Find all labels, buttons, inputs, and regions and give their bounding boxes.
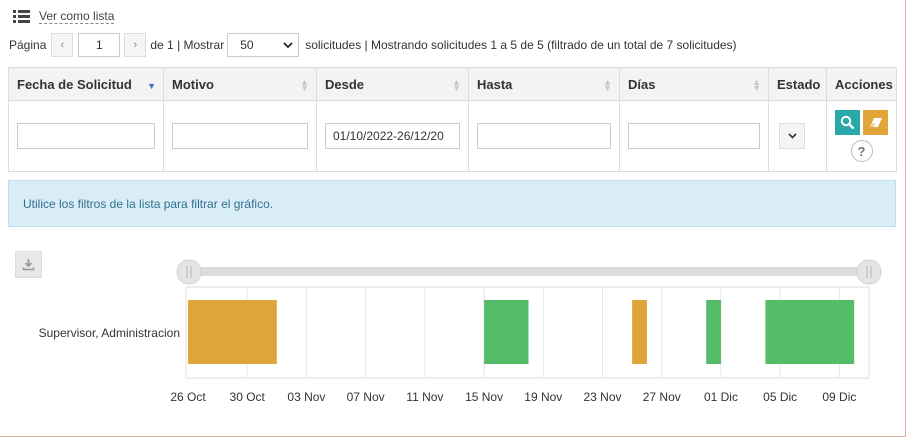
range-slider-handle-left[interactable] bbox=[176, 259, 202, 285]
filter-cell-acciones: ? bbox=[826, 100, 897, 172]
page-of-label: de 1 | Mostrar bbox=[150, 38, 225, 52]
filter-cell-estado bbox=[768, 100, 827, 172]
prev-page-button[interactable]: ‹ bbox=[51, 33, 74, 57]
x-tick-label: 19 Nov bbox=[524, 390, 562, 404]
chevron-down-icon bbox=[787, 133, 797, 139]
filter-fecha-input[interactable] bbox=[17, 123, 155, 149]
column-label-acciones: Acciones bbox=[835, 76, 893, 92]
x-tick-label: 03 Nov bbox=[287, 390, 325, 404]
timeline-bar[interactable] bbox=[188, 300, 277, 364]
help-button[interactable]: ? bbox=[850, 140, 873, 162]
search-icon bbox=[840, 115, 855, 130]
info-banner: Utilice los filtros de la lista para fil… bbox=[8, 180, 896, 227]
sort-icon: ▲ ▼ bbox=[300, 77, 309, 93]
x-tick-label: 11 Nov bbox=[406, 390, 443, 404]
table-header-row: Fecha de Solicitud ▼ Motivo ▲ ▼ Desde ▲ ▼ … bbox=[8, 67, 897, 101]
x-tick-label: 07 Nov bbox=[347, 390, 385, 404]
x-tick-label: 23 Nov bbox=[584, 390, 622, 404]
view-as-list-link[interactable]: Ver como lista bbox=[39, 9, 115, 24]
filter-cell-dias bbox=[619, 100, 769, 172]
x-tick-label: 05 Dic bbox=[763, 390, 797, 404]
info-banner-text: Utilice los filtros de la lista para fil… bbox=[23, 196, 274, 211]
sort-icon: ▲ ▼ bbox=[452, 77, 461, 93]
filter-estado-dropdown[interactable] bbox=[779, 123, 805, 149]
column-label-dias: Días bbox=[628, 76, 656, 92]
filter-motivo-input[interactable] bbox=[172, 123, 308, 149]
x-tick-label: 27 Nov bbox=[643, 390, 681, 404]
filter-cell-hasta bbox=[468, 100, 620, 172]
filter-cell-desde bbox=[316, 100, 469, 172]
x-tick-label: 30 Oct bbox=[230, 390, 266, 404]
filter-row: ? bbox=[8, 100, 897, 172]
column-header-acciones: Acciones bbox=[826, 67, 897, 101]
filter-actions: ? bbox=[835, 110, 888, 162]
sort-icon: ▲ ▼ bbox=[752, 77, 761, 93]
page-number-input[interactable] bbox=[78, 33, 121, 57]
timeline-bar[interactable] bbox=[765, 300, 855, 364]
sort-desc-icon: ▼ bbox=[147, 81, 156, 91]
sort-icon: ▲ ▼ bbox=[603, 77, 612, 93]
filter-cell-fecha bbox=[8, 100, 164, 172]
pagination-bar: Página ‹ › de 1 | Mostrar 50 solicitudes… bbox=[9, 33, 737, 57]
page-label: Página bbox=[9, 38, 47, 52]
timeline-chart: 26 Oct 30 Oct 03 Nov 07 Nov 11 Nov 15 Nov 19 N… bbox=[39, 259, 882, 404]
x-tick-label: 15 Nov bbox=[465, 390, 503, 404]
column-label-motivo: Motivo bbox=[172, 76, 214, 92]
next-page-button[interactable]: › bbox=[124, 33, 147, 57]
clear-filters-button[interactable] bbox=[863, 110, 888, 135]
column-header-motivo[interactable]: Motivo ▲ ▼ bbox=[163, 67, 317, 101]
range-slider-track[interactable] bbox=[189, 267, 869, 276]
x-tick-label: 09 Dic bbox=[822, 390, 856, 404]
x-tick-label: 26 Oct bbox=[170, 390, 206, 404]
list-icon bbox=[13, 10, 30, 23]
x-tick-label: 01 Dic bbox=[704, 390, 738, 404]
search-button[interactable] bbox=[835, 110, 860, 135]
column-header-hasta[interactable]: Hasta ▲ ▼ bbox=[468, 67, 620, 101]
column-header-estado: Estado bbox=[768, 67, 827, 101]
filter-cell-motivo bbox=[163, 100, 317, 172]
column-label-fecha: Fecha de Solicitud bbox=[17, 76, 132, 92]
column-label-hasta: Hasta bbox=[477, 76, 513, 92]
chevron-left-icon: ‹ bbox=[60, 39, 65, 51]
page-size-select[interactable]: 50 bbox=[227, 33, 300, 57]
filter-dias-input[interactable] bbox=[628, 123, 760, 149]
filter-hasta-input[interactable] bbox=[477, 123, 611, 149]
column-header-dias[interactable]: Días ▲ ▼ bbox=[619, 67, 769, 101]
chevron-down-icon bbox=[283, 41, 293, 48]
timeline-bar[interactable] bbox=[632, 300, 647, 364]
timeline-bar[interactable] bbox=[484, 300, 529, 364]
filter-desde-input[interactable] bbox=[325, 123, 460, 149]
page-size-value: 50 bbox=[240, 38, 254, 52]
timeline-bar[interactable] bbox=[706, 300, 721, 364]
column-label-desde: Desde bbox=[325, 76, 365, 92]
row-label: Supervisor, Administracion bbox=[39, 326, 180, 340]
column-header-desde[interactable]: Desde ▲ ▼ bbox=[316, 67, 469, 101]
range-slider-handle-right[interactable] bbox=[856, 259, 882, 285]
results-summary: solicitudes | Mostrando solicitudes 1 a … bbox=[305, 38, 737, 52]
column-label-estado: Estado bbox=[777, 76, 821, 92]
view-toggle[interactable]: Ver como lista bbox=[13, 9, 115, 24]
requests-table: Fecha de Solicitud ▼ Motivo ▲ ▼ Desde ▲ ▼ … bbox=[8, 67, 897, 172]
column-header-fecha[interactable]: Fecha de Solicitud ▼ bbox=[8, 67, 164, 101]
chevron-right-icon: › bbox=[133, 39, 138, 51]
eraser-icon bbox=[869, 117, 882, 127]
